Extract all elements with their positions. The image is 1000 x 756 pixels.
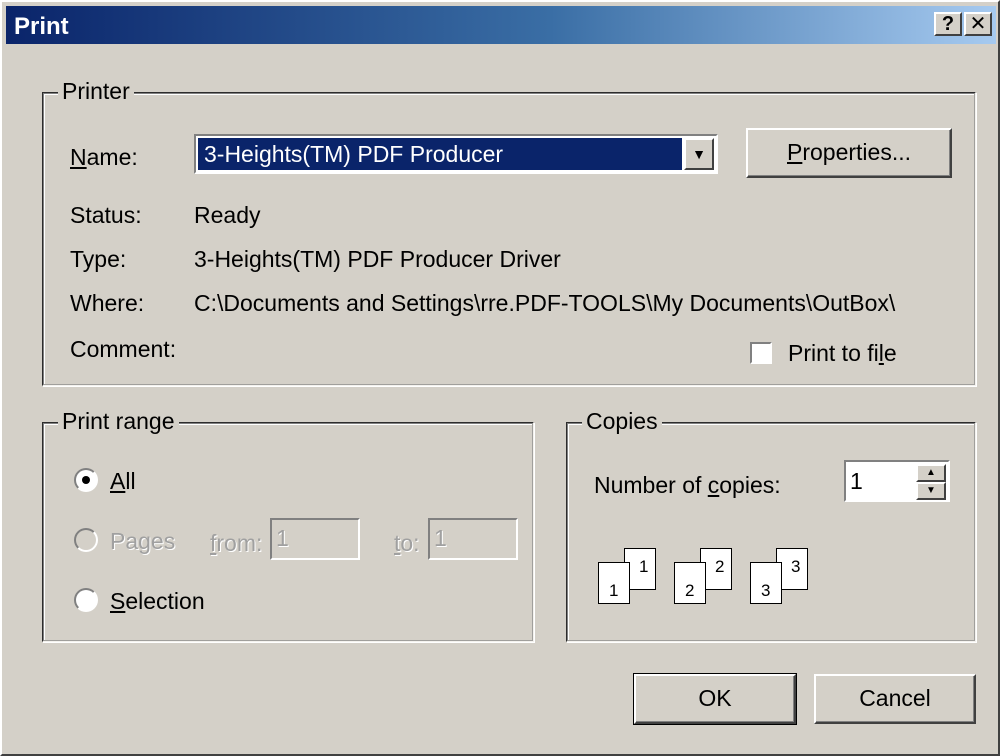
all-radio[interactable] [74,468,98,492]
printer-group-label: Printer [58,78,134,105]
from-label: from: [210,530,263,556]
print-to-file-label[interactable]: Print to file [788,340,897,367]
printer-name-value: 3-Heights(TM) PDF Producer [198,138,682,170]
help-button[interactable]: ? [934,12,962,36]
status-label: Status: [70,202,142,228]
cancel-button[interactable]: Cancel [814,674,976,724]
title-bar: Print ? ✕ [6,6,996,44]
selection-radio[interactable] [74,588,98,612]
all-label[interactable]: All [110,468,136,495]
print-to-file-checkbox[interactable] [750,342,772,364]
copies-spinner[interactable]: 1 ▲ ▼ [844,460,950,502]
status-value: Ready [194,202,261,228]
printer-name-combo[interactable]: 3-Heights(TM) PDF Producer ▼ [194,134,718,174]
print-range-group-label: Print range [58,408,179,435]
chevron-down-icon[interactable]: ▼ [684,138,714,170]
number-of-copies-label: Number of copies: [594,472,781,498]
ok-button[interactable]: OK [633,673,797,725]
copies-group: Copies Number of copies: 1 ▲ ▼ 1 1 2 2 3… [566,408,976,642]
properties-button[interactable]: Properties... [746,128,952,178]
spin-down-icon[interactable]: ▼ [916,482,946,500]
print-range-group: Print range All Pages from: 1 to: 1 Sele… [42,408,534,642]
spin-up-icon[interactable]: ▲ [916,464,946,482]
type-label: Type: [70,246,127,272]
print-dialog: Print ? ✕ Printer Name: 3-Heights(TM) PD… [0,0,1000,756]
copies-group-label: Copies [582,408,662,435]
printer-group: Printer Name: 3-Heights(TM) PDF Producer… [42,78,976,386]
collate-page-icon: 2 [674,562,706,604]
to-label: to: [394,530,420,556]
close-button[interactable]: ✕ [964,12,992,36]
copies-value: 1 [850,468,863,494]
pages-radio[interactable] [74,528,98,552]
pages-label[interactable]: Pages [110,528,175,555]
comment-label: Comment: [70,336,177,362]
type-value: 3-Heights(TM) PDF Producer Driver [194,246,561,272]
from-field[interactable]: 1 [270,518,360,560]
where-value: C:\Documents and Settings\rre.PDF-TOOLS\… [194,290,896,316]
to-field[interactable]: 1 [428,518,518,560]
where-label: Where: [70,290,145,316]
name-label: Name: [70,144,138,170]
selection-label[interactable]: Selection [110,588,205,615]
collate-page-icon: 3 [750,562,782,604]
collate-page-icon: 1 [598,562,630,604]
dialog-title: Print [14,13,69,40]
